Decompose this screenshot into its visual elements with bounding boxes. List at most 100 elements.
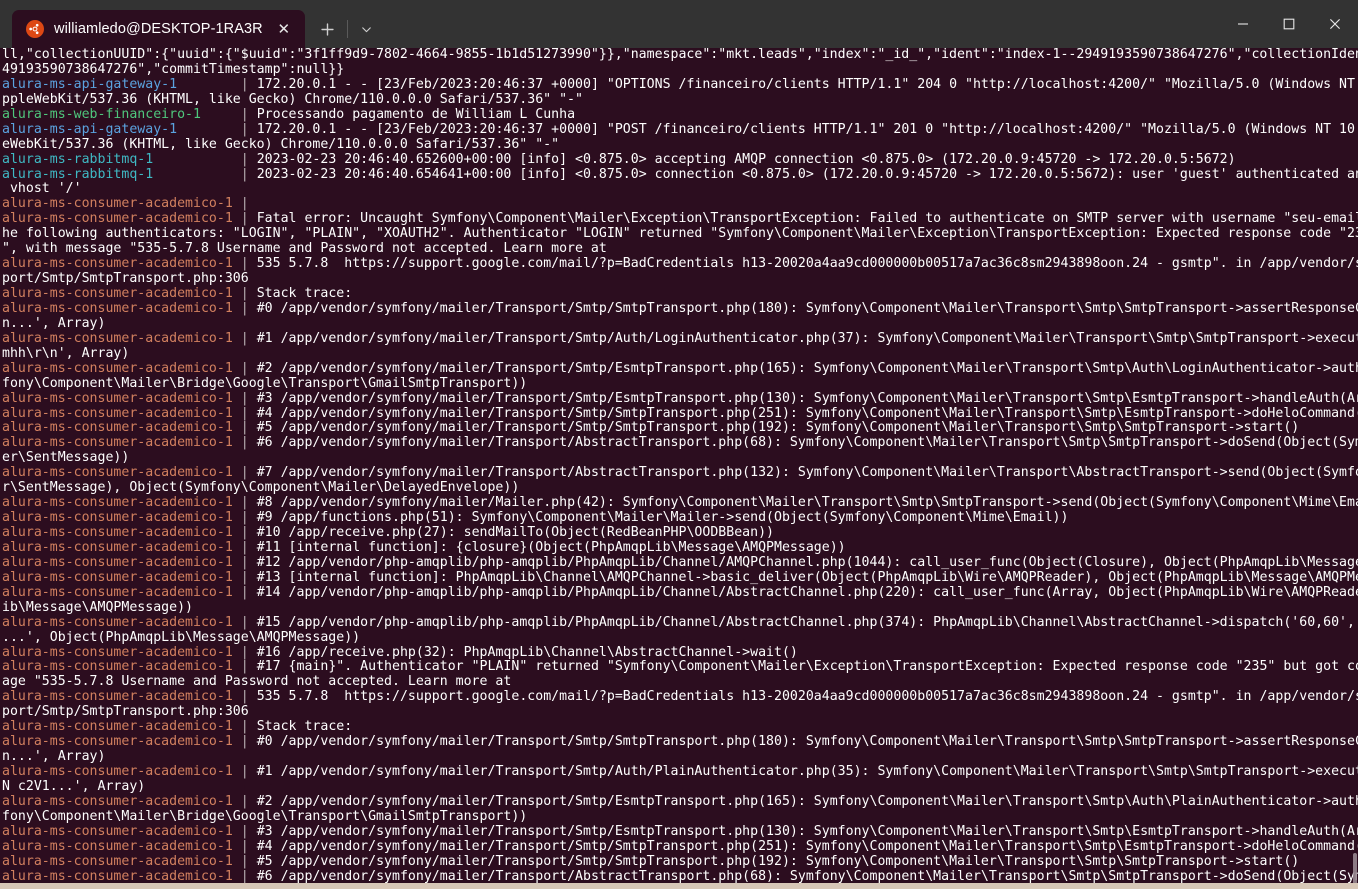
log-column-separator: | bbox=[232, 76, 257, 92]
log-service-name: alura-ms-rabbitmq-1 bbox=[2, 166, 233, 182]
log-line: alura-ms-api-gateway-1 | 172.20.0.1 - - … bbox=[2, 121, 1358, 138]
log-message: 2023-02-23 20:46:40.654641+00:00 [info] … bbox=[256, 166, 1358, 182]
log-column-separator: | bbox=[232, 166, 257, 182]
log-service-name: alura-ms-consumer-academico-1 bbox=[2, 569, 233, 585]
log-message: ...', Object(PhpAmqpLib\Message\AMQPMess… bbox=[2, 629, 361, 645]
log-column-separator: | bbox=[232, 823, 257, 839]
log-service-name: alura-ms-consumer-academico-1 bbox=[2, 211, 233, 227]
log-message: 535 5.7.8 https://support.google.com/mai… bbox=[256, 689, 1358, 705]
terminal-output-pane[interactable]: ll,"collectionUUID":{"uuid":{"$uuid":"3f… bbox=[0, 48, 1358, 883]
log-line: alura-ms-rabbitmq-1 | 2023-02-23 20:46:4… bbox=[2, 151, 1358, 168]
chevron-down-icon[interactable] bbox=[350, 12, 384, 46]
log-message: fony\Component\Mailer\Bridge\Google\Tran… bbox=[2, 375, 528, 391]
log-column-separator: | bbox=[232, 256, 257, 272]
log-column-separator: | bbox=[232, 106, 257, 122]
log-line: fony\Component\Mailer\Bridge\Google\Tran… bbox=[2, 375, 1358, 392]
tab-title: williamledo@DESKTOP-1RA3R bbox=[54, 21, 263, 37]
log-message: he following authenticators: "LOGIN", "P… bbox=[2, 226, 1358, 242]
log-column-separator: | bbox=[232, 510, 257, 526]
maximize-button[interactable] bbox=[1266, 0, 1312, 48]
log-line: alura-ms-consumer-academico-1 | #4 /app/… bbox=[2, 838, 1358, 855]
log-line: age "535-5.7.8 Username and Password not… bbox=[2, 674, 1358, 690]
log-line: alura-ms-rabbitmq-1 | 2023-02-23 20:46:4… bbox=[2, 166, 1358, 183]
log-column-separator: | bbox=[232, 121, 257, 137]
log-message: 49193590738647276","commitTimestamp":nul… bbox=[2, 61, 345, 77]
log-message: #16 /app/receive.php(32): PhpAmqpLib\Cha… bbox=[256, 644, 798, 660]
log-line: alura-ms-consumer-academico-1 | #3 /app/… bbox=[2, 823, 1358, 840]
log-line: alura-ms-consumer-academico-1 | #1 /app/… bbox=[2, 331, 1358, 347]
new-tab-button[interactable] bbox=[311, 12, 345, 46]
close-window-button[interactable] bbox=[1312, 0, 1358, 48]
log-service-name: alura-ms-consumer-academico-1 bbox=[2, 734, 233, 750]
log-message: #6 /app/vendor/symfony/mailer/Transport/… bbox=[256, 868, 1358, 883]
log-message: #2 /app/vendor/symfony/mailer/Transport/… bbox=[256, 360, 1358, 376]
log-column-separator: | bbox=[232, 838, 257, 854]
log-column-separator: | bbox=[232, 793, 257, 809]
log-service-name: alura-ms-consumer-academico-1 bbox=[2, 465, 233, 481]
log-service-name: alura-ms-api-gateway-1 bbox=[2, 76, 233, 92]
log-line: alura-ms-consumer-academico-1 | 535 5.7.… bbox=[2, 689, 1358, 705]
log-line: alura-ms-consumer-academico-1 | #7 /app/… bbox=[2, 465, 1358, 481]
minimize-button[interactable] bbox=[1220, 0, 1266, 48]
log-line: alura-ms-consumer-academico-1 | Fatal er… bbox=[2, 211, 1358, 227]
log-message: n...', Array) bbox=[2, 749, 106, 765]
log-message: #4 /app/vendor/symfony/mailer/Transport/… bbox=[256, 838, 1358, 854]
log-line: fony\Component\Mailer\Bridge\Google\Tran… bbox=[2, 809, 1358, 825]
log-service-name: alura-ms-consumer-academico-1 bbox=[2, 793, 233, 809]
log-message: 172.20.0.1 - - [23/Feb/2023:20:46:37 +00… bbox=[256, 76, 1355, 92]
log-line: alura-ms-web-financeiro-1 | Processando … bbox=[2, 106, 1358, 123]
log-service-name: alura-ms-consumer-academico-1 bbox=[2, 539, 233, 555]
log-message: #2 /app/vendor/symfony/mailer/Transport/… bbox=[256, 793, 1358, 809]
log-message: #4 /app/vendor/symfony/mailer/Transport/… bbox=[256, 405, 1358, 421]
log-message: #11 [internal function]: {closure}(Objec… bbox=[256, 539, 846, 555]
terminal-scrollbar-thumb[interactable] bbox=[1353, 853, 1357, 883]
log-line: alura-ms-consumer-academico-1 | #14 /app… bbox=[2, 584, 1358, 601]
log-service-name: alura-ms-consumer-academico-1 bbox=[2, 360, 233, 376]
log-service-name: alura-ms-consumer-academico-1 bbox=[2, 614, 233, 630]
log-line: ...', Object(PhpAmqpLib\Message\AMQPMess… bbox=[2, 629, 1358, 646]
log-line: ll,"collectionUUID":{"uuid":{"$uuid":"3f… bbox=[2, 48, 1358, 63]
log-line: alura-ms-consumer-academico-1 | #1 /app/… bbox=[2, 764, 1358, 780]
log-service-name: alura-ms-api-gateway-1 bbox=[2, 121, 233, 137]
log-service-name: alura-ms-consumer-academico-1 bbox=[2, 300, 233, 316]
log-line: ib\Message\AMQPMessage)) bbox=[2, 600, 1358, 616]
log-message: Stack trace: bbox=[256, 286, 353, 301]
log-message: #0 /app/vendor/symfony/mailer/Transport/… bbox=[256, 734, 1358, 750]
log-service-name: alura-ms-consumer-academico-1 bbox=[2, 196, 233, 212]
log-line: vhost '/' bbox=[2, 181, 1358, 197]
log-line: alura-ms-consumer-academico-1 | #15 /app… bbox=[2, 614, 1358, 631]
window-bottom-strip bbox=[0, 883, 1358, 889]
log-line: eWebKit/537.36 (KHTML, like Gecko) Chrom… bbox=[2, 137, 1358, 153]
tab-ubuntu-session[interactable]: williamledo@DESKTOP-1RA3R ✕ bbox=[12, 10, 305, 48]
log-message: #10 /app/receive.php(27): sendMailTo(Obj… bbox=[256, 525, 774, 540]
log-message: 2023-02-23 20:46:40.652600+00:00 [info] … bbox=[256, 151, 1236, 167]
log-message: #3 /app/vendor/symfony/mailer/Transport/… bbox=[256, 823, 1358, 839]
log-line: alura-ms-consumer-academico-1 | #3 /app/… bbox=[2, 390, 1358, 407]
log-line: alura-ms-consumer-academico-1 | #0 /app/… bbox=[2, 734, 1358, 750]
log-line: alura-ms-consumer-academico-1 | Stack tr… bbox=[2, 286, 1358, 302]
log-line: n...', Array) bbox=[2, 749, 1358, 765]
log-column-separator: | bbox=[232, 539, 257, 555]
log-service-name: alura-ms-consumer-academico-1 bbox=[2, 525, 233, 540]
close-tab-icon[interactable]: ✕ bbox=[273, 18, 295, 40]
log-column-separator: | bbox=[232, 420, 257, 436]
window-controls bbox=[1220, 0, 1358, 48]
log-message: Processando pagamento de William L Cunha bbox=[256, 106, 576, 122]
log-message: N c2V1...', Array) bbox=[2, 778, 146, 794]
log-column-separator: | bbox=[232, 719, 257, 735]
log-column-separator: | bbox=[232, 151, 257, 167]
log-message: #3 /app/vendor/symfony/mailer/Transport/… bbox=[256, 390, 1358, 406]
log-column-separator: | bbox=[232, 584, 257, 600]
log-message: Fatal error: Uncaught Symfony\Component\… bbox=[256, 211, 1358, 227]
log-message: 172.20.0.1 - - [23/Feb/2023:20:46:37 +00… bbox=[256, 121, 1358, 137]
log-line: alura-ms-consumer-academico-1 | #11 [int… bbox=[2, 539, 1358, 556]
log-service-name: alura-ms-consumer-academico-1 bbox=[2, 405, 233, 421]
log-service-name: alura-ms-consumer-academico-1 bbox=[2, 286, 233, 301]
log-column-separator: | bbox=[232, 435, 257, 451]
log-column-separator: | bbox=[232, 525, 257, 540]
log-message: n...', Array) bbox=[2, 315, 106, 331]
log-service-name: alura-ms-rabbitmq-1 bbox=[2, 151, 233, 167]
log-column-separator: | bbox=[232, 554, 257, 570]
log-message: ll,"collectionUUID":{"uuid":{"$uuid":"3f… bbox=[2, 48, 1358, 62]
log-column-separator: | bbox=[232, 465, 257, 481]
